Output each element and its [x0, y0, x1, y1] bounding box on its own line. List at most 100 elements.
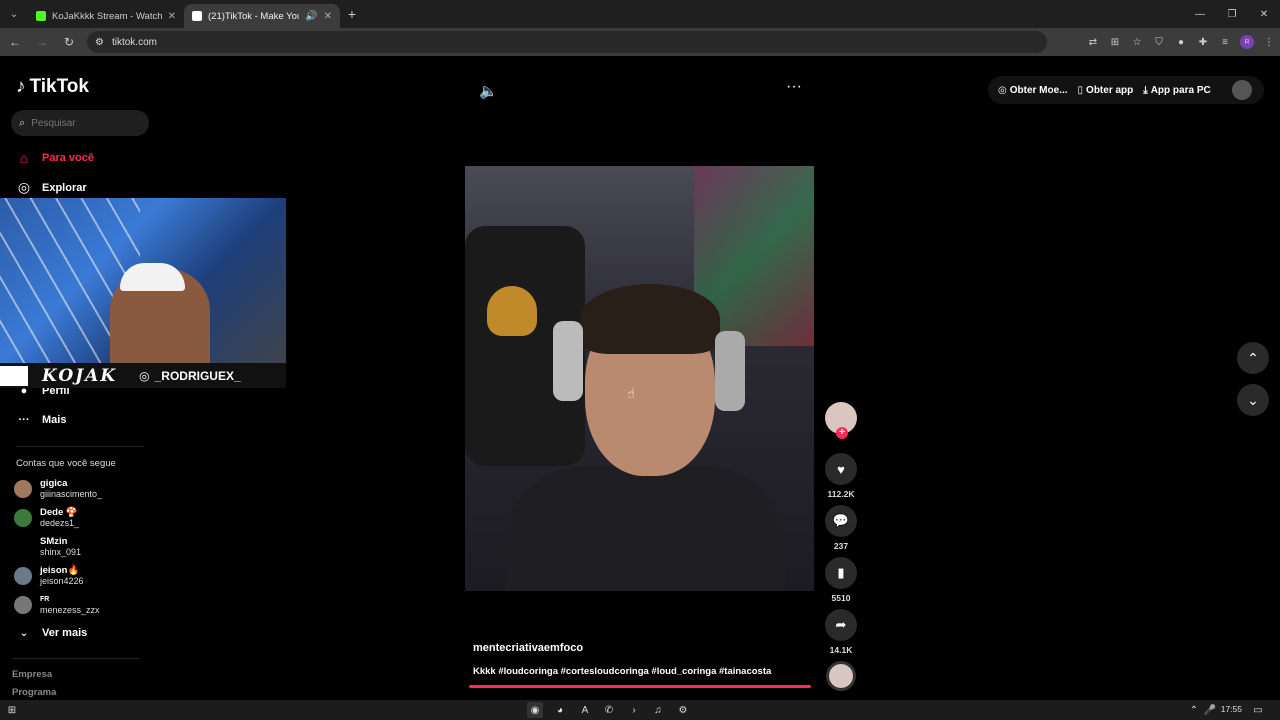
video-progress-bar[interactable]: [469, 685, 811, 688]
coin-icon: ◎: [998, 84, 1007, 96]
volume-icon[interactable]: 🔈: [479, 82, 498, 100]
pc-app-button[interactable]: ⤓ App para PC: [1143, 85, 1210, 96]
see-more-button[interactable]: ⌄ Ver mais: [16, 627, 87, 639]
save-action: ▮ 5510: [822, 557, 860, 603]
share-action: ➦ 14.1K: [822, 609, 860, 655]
get-app-button[interactable]: ▯ Obter app: [1078, 85, 1134, 96]
close-tab-icon[interactable]: ✕: [168, 11, 176, 22]
media-control-icon[interactable]: ≡: [1214, 31, 1236, 53]
video-author[interactable]: mentecriativaemfoco: [473, 642, 583, 654]
hand-cursor-icon: ☝: [627, 386, 635, 401]
back-button[interactable]: ←: [3, 30, 27, 54]
following-account[interactable]: FR menezess_zzx: [14, 594, 100, 616]
whatsapp-taskbar-icon[interactable]: ✆: [601, 702, 617, 718]
tiktok-favicon-icon: [192, 11, 202, 21]
search-input[interactable]: [31, 117, 132, 129]
following-account[interactable]: gigica giiinascimento_: [14, 478, 102, 500]
url-text: tiktok.com: [111, 36, 157, 48]
translate-icon[interactable]: ⇄: [1082, 31, 1104, 53]
comment-icon[interactable]: 💬: [825, 505, 857, 537]
tiktok-page: ♪ TikTok ⌕ ⌂ Para você ◎ Explorar ● Perf…: [0, 58, 1280, 700]
shield-icon[interactable]: ⛉: [1148, 31, 1170, 53]
following-account[interactable]: jeison🔥 jeison4226: [14, 565, 84, 587]
discord-taskbar-icon[interactable]: ◕: [552, 702, 568, 718]
minimize-icon[interactable]: —: [1184, 0, 1216, 28]
nav-mais[interactable]: ··· Mais: [16, 414, 67, 426]
video-player[interactable]: [465, 166, 814, 591]
header-actions: ◎ Obter Moe... ▯ Obter app ⤓ App para PC: [988, 76, 1264, 104]
tiktok-logo[interactable]: ♪ TikTok: [16, 76, 89, 98]
streamer-webcam-overlay: KOJAK ◎ _RODRIGUEX_: [0, 198, 286, 388]
sidebar-divider: [12, 658, 140, 659]
following-account[interactable]: SMzin shinx_091: [14, 536, 81, 558]
tab-title: KoJaKkkk Stream - Watch Live o: [52, 10, 162, 22]
extensions-puzzle-icon[interactable]: ✚: [1192, 31, 1214, 53]
install-app-icon[interactable]: ⊞: [1104, 31, 1126, 53]
footer-link-empresa[interactable]: Empresa: [12, 669, 52, 680]
following-title: Contas que você segue: [16, 458, 116, 469]
close-window-icon[interactable]: ✕: [1248, 0, 1280, 28]
browser-tab-strip: ⌄ KoJaKkkk Stream - Watch Live o ✕ (21)T…: [0, 0, 1280, 28]
next-video-button[interactable]: ⌄: [1237, 384, 1269, 416]
tab-search-icon[interactable]: ⌄: [0, 0, 28, 28]
new-tab-button[interactable]: +: [340, 6, 364, 22]
spotify-taskbar-icon[interactable]: ♫: [650, 702, 666, 718]
terminal-taskbar-icon[interactable]: ›: [626, 702, 642, 718]
tray-chevron-icon[interactable]: ⌃: [1186, 702, 1202, 718]
bookmark-star-icon[interactable]: ☆: [1126, 31, 1148, 53]
account-handle: dedezs1_: [40, 518, 80, 528]
address-bar[interactable]: ⚙ tiktok.com: [87, 31, 1047, 53]
footer-link-programa[interactable]: Programa: [12, 687, 56, 698]
windows-start-icon[interactable]: ⊞: [4, 702, 20, 718]
nav-para-voce[interactable]: ⌂ Para você: [16, 150, 94, 166]
share-icon[interactable]: ➦: [825, 609, 857, 641]
see-more-label: Ver mais: [42, 627, 88, 639]
get-coins-button[interactable]: ◎ Obter Moe...: [998, 85, 1068, 96]
follow-plus-icon[interactable]: +: [836, 427, 848, 439]
browser-tab-tiktok[interactable]: (21)TikTok - Make Your Day 🔊 ✕: [184, 4, 340, 28]
profile-avatar[interactable]: R: [1240, 35, 1254, 49]
close-tab-icon[interactable]: ✕: [324, 11, 332, 22]
browser-tab-kick[interactable]: KoJaKkkk Stream - Watch Live o ✕: [28, 4, 184, 28]
nav-explorar[interactable]: ◎ Explorar: [16, 179, 87, 196]
account-name: gigica: [40, 478, 68, 489]
overlay-white-block: [0, 365, 28, 386]
extension-circle-icon[interactable]: ●: [1170, 31, 1192, 53]
sidebar-divider: [16, 446, 144, 447]
search-box[interactable]: ⌕: [11, 110, 149, 136]
notification-icon[interactable]: ▭: [1250, 702, 1266, 718]
avatar: [14, 596, 32, 614]
more-icon: ···: [18, 414, 30, 426]
comment-action: 💬 237: [822, 505, 860, 551]
user-avatar[interactable]: [1232, 80, 1252, 100]
browser-menu-icon[interactable]: ⋮: [1258, 31, 1280, 53]
microphone-icon[interactable]: 🎤: [1202, 702, 1218, 718]
steam-taskbar-icon[interactable]: ⚙: [675, 702, 691, 718]
site-info-icon[interactable]: ⚙: [95, 37, 104, 48]
taskbar-clock[interactable]: 17:55: [1221, 704, 1242, 714]
previous-video-button[interactable]: ⌃: [1237, 342, 1269, 374]
reload-button[interactable]: ↻: [57, 30, 81, 54]
overlay-instagram-handle: _RODRIGUEX_: [154, 368, 241, 383]
account-name: SMzin: [40, 536, 68, 547]
music-disc-avatar[interactable]: [826, 661, 856, 691]
toolbar-icons: ⇄ ⊞ ☆ ⛉ ● ✚ ≡ R ⋮: [1082, 28, 1280, 56]
more-options-icon[interactable]: ···: [786, 78, 802, 96]
tab-title: (21)TikTok - Make Your Day: [208, 10, 299, 22]
following-account[interactable]: Dede 🍄 dedezs1_: [14, 507, 79, 529]
forward-button[interactable]: →: [30, 30, 54, 54]
tiktok-note-icon: ♪: [16, 76, 26, 97]
avatar: [14, 509, 32, 527]
restore-icon[interactable]: ❐: [1216, 0, 1248, 28]
account-handle: jeison4226: [40, 576, 84, 586]
person-hair: [580, 284, 720, 354]
kick-favicon-icon: [36, 11, 46, 21]
chrome-taskbar-icon[interactable]: ◉: [527, 702, 543, 718]
compass-icon: ◎: [17, 179, 31, 195]
bookmark-icon[interactable]: ▮: [825, 557, 857, 589]
chevron-down-icon: ⌄: [19, 627, 29, 639]
audio-playing-icon[interactable]: 🔊: [305, 11, 317, 22]
avatar: [14, 567, 32, 585]
a-app-taskbar-icon[interactable]: A: [577, 702, 593, 718]
heart-icon[interactable]: ♥: [825, 453, 857, 485]
